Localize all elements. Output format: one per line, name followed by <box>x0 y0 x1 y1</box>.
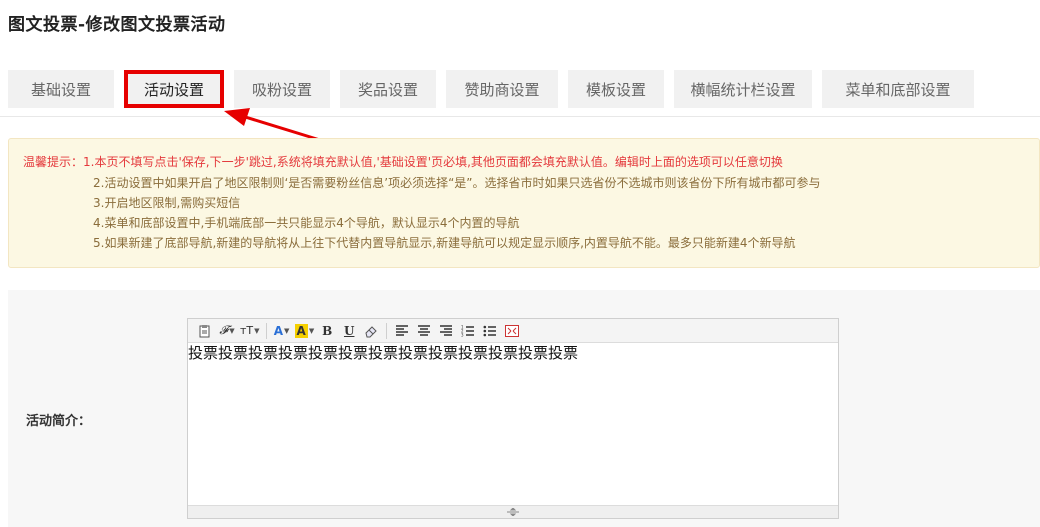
toolbar-divider <box>386 322 388 339</box>
align-right-icon[interactable] <box>437 322 455 340</box>
notice-line-3: 3.开启地区限制,需购买短信 <box>93 196 241 210</box>
bold-button[interactable]: B <box>318 322 336 340</box>
rich-text-editor[interactable]: 𝓕 ▼ тT ▼ A ▼ A ▼ B U 123 投票投票投票投票投票投票投票投票投票投… <box>187 318 839 519</box>
page-title: 图文投票-修改图文投票活动 <box>8 15 226 35</box>
intro-label: 活动简介： <box>26 414 92 429</box>
align-center-icon[interactable] <box>415 322 433 340</box>
notice-line-2: 2.活动设置中如果开启了地区限制则‘是否需要粉丝信息’项必须选择“是”。选择省市… <box>93 176 821 190</box>
font-family-button[interactable]: 𝓕 ▼ <box>218 322 236 340</box>
highlight-color-button[interactable]: A ▼ <box>294 322 314 340</box>
editor-toolbar: 𝓕 ▼ тT ▼ A ▼ A ▼ B U 123 <box>188 319 838 343</box>
tab-sponsor-settings[interactable]: 赞助商设置 <box>446 70 558 108</box>
tab-menu-footer-settings[interactable]: 菜单和底部设置 <box>822 70 974 108</box>
tab-bar: 基础设置 活动设置 吸粉设置 奖品设置 赞助商设置 模板设置 横幅统计栏设置 菜… <box>8 70 984 108</box>
tab-divider <box>0 116 1040 117</box>
editor-resize-handle[interactable] <box>188 505 838 518</box>
eraser-icon[interactable] <box>362 322 380 340</box>
notice-box: 温馨提示：1.本页不填写点击'保存,下一步'跳过,系统将填充默认值,'基础设置'… <box>8 138 1040 268</box>
tab-prize-settings[interactable]: 奖品设置 <box>340 70 436 108</box>
tab-activity-settings[interactable]: 活动设置 <box>124 70 224 108</box>
toolbar-divider <box>265 322 267 339</box>
tab-template-settings[interactable]: 模板设置 <box>568 70 664 108</box>
font-size-button[interactable]: тT ▼ <box>240 322 260 340</box>
tab-follower-settings[interactable]: 吸粉设置 <box>234 70 330 108</box>
font-color-button[interactable]: A ▼ <box>273 322 291 340</box>
notice-line-1: 温馨提示：1.本页不填写点击'保存,下一步'跳过,系统将填充默认值,'基础设置'… <box>23 155 783 169</box>
svg-text:3: 3 <box>461 332 464 337</box>
align-left-icon[interactable] <box>393 322 411 340</box>
fullscreen-icon[interactable] <box>503 322 521 340</box>
ordered-list-icon[interactable]: 123 <box>459 322 477 340</box>
notice-line-4: 4.菜单和底部设置中,手机端底部一共只能显示4个导航，默认显示4个内置的导航 <box>93 216 520 230</box>
notice-line-5: 5.如果新建了底部导航,新建的导航将从上往下代替内置导航显示,新建导航可以规定显… <box>93 236 796 250</box>
unordered-list-icon[interactable] <box>481 322 499 340</box>
tab-banner-stats-settings[interactable]: 横幅统计栏设置 <box>674 70 812 108</box>
paste-icon[interactable] <box>196 322 214 340</box>
tab-basic-settings[interactable]: 基础设置 <box>8 70 114 108</box>
underline-button[interactable]: U <box>340 322 358 340</box>
notice-prefix: 温馨提示： <box>23 155 84 169</box>
intro-editor-content[interactable]: 投票投票投票投票投票投票投票投票投票投票投票投票投票 <box>188 343 838 505</box>
resize-grip-icon <box>507 508 519 516</box>
